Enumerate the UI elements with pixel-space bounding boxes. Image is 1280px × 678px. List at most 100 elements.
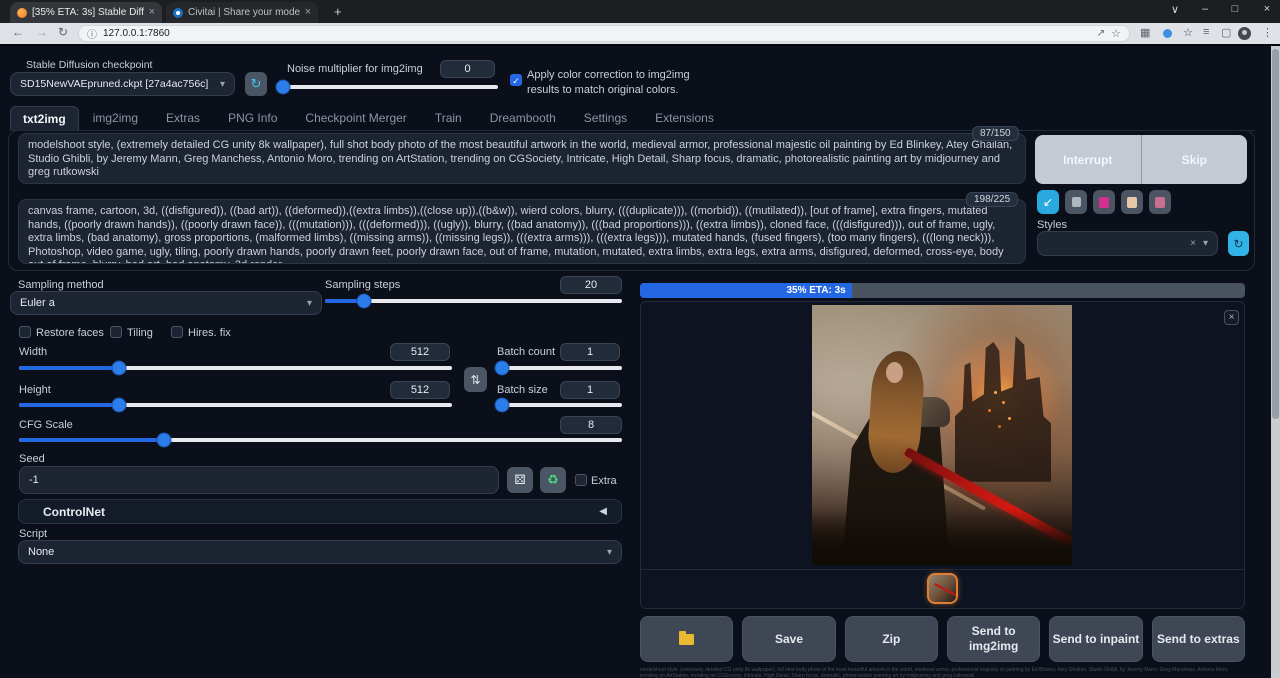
- chevron-down-icon: ▾: [307, 298, 312, 309]
- gallery-close-button[interactable]: ×: [1224, 310, 1239, 325]
- url-text[interactable]: 127.0.0.1:7860: [103, 28, 170, 39]
- main-tab-bar: txt2img img2img Extras PNG Info Checkpoi…: [10, 106, 1255, 131]
- sampling-method-dropdown[interactable]: Euler a ▾: [10, 291, 322, 315]
- share-icon[interactable]: ↗: [1097, 28, 1105, 39]
- stable-diffusion-webui: Stable Diffusion checkpoint SD15NewVAEpr…: [0, 46, 1280, 678]
- color-correction-checkbox[interactable]: ✓: [510, 74, 522, 86]
- extra-networks-button[interactable]: [1093, 190, 1115, 214]
- height-slider[interactable]: [19, 403, 452, 407]
- extension-grid-icon[interactable]: ▦: [1140, 26, 1150, 39]
- batch-size-input[interactable]: 1: [560, 381, 620, 399]
- dice-icon: ⚄: [514, 472, 525, 488]
- refresh-icon: ↻: [251, 76, 262, 92]
- zip-button[interactable]: Zip: [845, 616, 938, 662]
- scrollbar-thumb[interactable]: [1272, 49, 1279, 419]
- tab-checkpoint-merger[interactable]: Checkpoint Merger: [291, 106, 420, 130]
- checkpoint-dropdown[interactable]: SD15NewVAEpruned.ckpt [27a4ac756c] ▾: [10, 72, 235, 96]
- tab-settings[interactable]: Settings: [570, 106, 641, 130]
- window-chevron-icon[interactable]: ∨: [1160, 3, 1190, 16]
- tab-dreambooth[interactable]: Dreambooth: [476, 106, 570, 130]
- reload-icon[interactable]: ↻: [58, 25, 68, 39]
- tab-train[interactable]: Train: [421, 106, 476, 130]
- accordion-collapse-icon: ◀: [599, 506, 607, 517]
- controlnet-accordion[interactable]: ControlNet ◀: [18, 499, 622, 524]
- hires-fix-checkbox[interactable]: [171, 326, 183, 338]
- interrupt-button[interactable]: Interrupt: [1035, 135, 1141, 184]
- forward-icon[interactable]: →: [36, 25, 48, 39]
- page-scrollbar[interactable]: [1271, 46, 1280, 678]
- skip-button[interactable]: Skip: [1142, 135, 1248, 184]
- save-button[interactable]: Save: [742, 616, 835, 662]
- tab-txt2img[interactable]: txt2img: [10, 106, 79, 130]
- new-tab-button[interactable]: +: [334, 4, 342, 19]
- swap-dimensions-button[interactable]: ⇅: [464, 367, 487, 392]
- prompt-token-counter: 87/150: [972, 126, 1019, 141]
- extra-seed-checkbox[interactable]: [575, 474, 587, 486]
- batch-count-slider[interactable]: [497, 366, 622, 370]
- side-panel-icon[interactable]: ▢: [1221, 26, 1231, 39]
- tab-extras[interactable]: Extras: [152, 106, 214, 130]
- generated-image-preview[interactable]: [812, 305, 1072, 565]
- script-label: Script: [19, 528, 47, 540]
- batch-count-input[interactable]: 1: [560, 343, 620, 361]
- reading-list-icon[interactable]: ≡: [1203, 26, 1209, 38]
- styles-refresh-button[interactable]: ↻: [1228, 231, 1249, 256]
- sampling-steps-slider[interactable]: [325, 299, 622, 303]
- tab-close-icon[interactable]: ×: [149, 7, 155, 18]
- paste-generation-params-button[interactable]: ↙: [1037, 190, 1059, 214]
- width-input[interactable]: 512: [390, 343, 450, 361]
- seed-input[interactable]: -1: [19, 466, 499, 494]
- send-to-inpaint-button[interactable]: Send to inpaint: [1049, 616, 1142, 662]
- browser-chrome: [35% ETA: 3s] Stable Diffusion × Civitai…: [0, 0, 1280, 46]
- open-folder-button[interactable]: [640, 616, 733, 662]
- tab-png-info[interactable]: PNG Info: [214, 106, 291, 130]
- gallery-thumbnail-selected[interactable]: [927, 573, 958, 604]
- bookmark-star-icon[interactable]: ☆: [1111, 27, 1121, 40]
- trash-icon: [1072, 197, 1081, 207]
- site-info-icon[interactable]: ⓘ: [87, 26, 97, 41]
- script-dropdown[interactable]: None ▾: [18, 540, 622, 564]
- clear-styles-icon[interactable]: ×: [1190, 238, 1196, 249]
- tab-close-icon[interactable]: ×: [305, 7, 311, 18]
- noise-multiplier-input[interactable]: 0: [440, 60, 495, 78]
- extra-networks-card-icon: [1099, 197, 1109, 208]
- cfg-scale-slider[interactable]: [19, 438, 622, 442]
- sampling-steps-input[interactable]: 20: [560, 276, 622, 294]
- height-input[interactable]: 512: [390, 381, 450, 399]
- random-seed-button[interactable]: ⚄: [507, 467, 533, 493]
- tab-img2img[interactable]: img2img: [79, 106, 152, 130]
- browser-tab-civitai[interactable]: Civitai | Share your models ×: [166, 2, 318, 23]
- noise-multiplier-slider[interactable]: [280, 85, 498, 89]
- profile-avatar[interactable]: [1238, 27, 1251, 40]
- browser-menu-icon[interactable]: ⋮: [1262, 26, 1273, 39]
- extensions-puzzle-icon[interactable]: ☆: [1183, 26, 1193, 39]
- negative-prompt-textarea[interactable]: canvas frame, cartoon, 3d, ((disfigured)…: [18, 199, 1026, 264]
- tiling-checkbox[interactable]: [110, 326, 122, 338]
- width-slider[interactable]: [19, 366, 452, 370]
- cfg-scale-input[interactable]: 8: [560, 416, 622, 434]
- window-minimize-button[interactable]: –: [1190, 3, 1220, 15]
- restore-faces-checkbox[interactable]: [19, 326, 31, 338]
- styles-dropdown[interactable]: × ▾: [1037, 231, 1218, 256]
- window-close-button[interactable]: ×: [1252, 3, 1280, 15]
- reuse-seed-button[interactable]: ♻: [540, 467, 566, 493]
- batch-size-label: Batch size: [497, 384, 548, 396]
- checkpoint-refresh-button[interactable]: ↻: [245, 72, 267, 96]
- send-to-extras-button[interactable]: Send to extras: [1152, 616, 1245, 662]
- sampling-steps-label: Sampling steps: [325, 279, 400, 291]
- save-style-button[interactable]: [1149, 190, 1171, 214]
- batch-size-slider[interactable]: [497, 403, 622, 407]
- window-maximize-button[interactable]: □: [1220, 3, 1250, 15]
- clear-prompt-button[interactable]: [1065, 190, 1087, 214]
- prompt-textarea[interactable]: modelshoot style, (extremely detailed CG…: [18, 133, 1026, 184]
- browser-tab-stable-diffusion[interactable]: [35% ETA: 3s] Stable Diffusion ×: [10, 2, 162, 23]
- address-bar[interactable]: ⓘ 127.0.0.1:7860 ↗ ☆: [78, 25, 1130, 42]
- tab-extensions[interactable]: Extensions: [641, 106, 728, 130]
- negative-prompt-token-counter: 198/225: [966, 192, 1018, 207]
- back-icon[interactable]: ←: [12, 25, 24, 39]
- extension-circle-icon[interactable]: [1163, 29, 1172, 38]
- generation-info-text: modelshoot style, (extremely detailed CG…: [640, 667, 1245, 678]
- batch-count-label: Batch count: [497, 346, 555, 358]
- apply-styles-button[interactable]: [1121, 190, 1143, 214]
- send-to-img2img-button[interactable]: Send to img2img: [947, 616, 1040, 662]
